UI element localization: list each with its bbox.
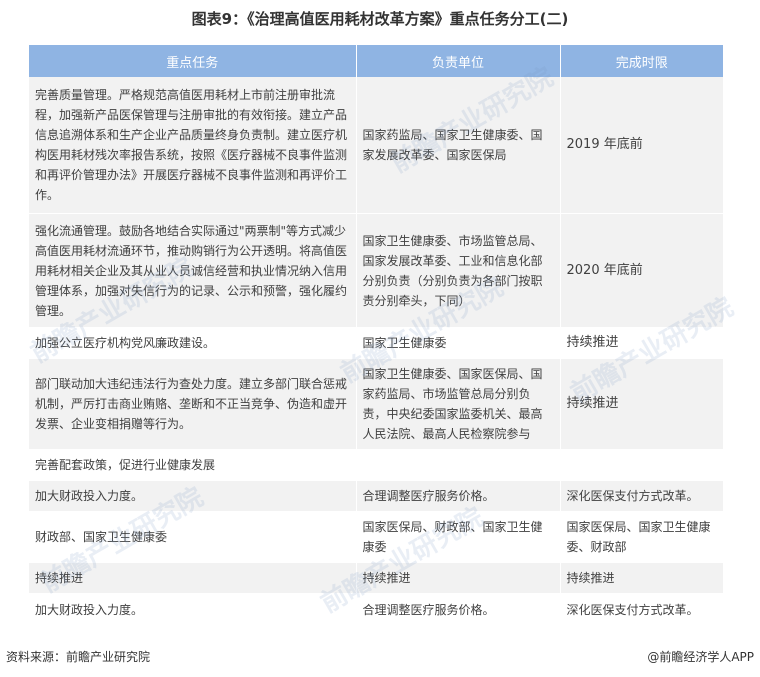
task-cell: 持续推进 [29,562,357,594]
task-cell: 财政部、国家卫生健康委 [29,511,357,563]
section-row: 完善配套政策，促进行业健康发展 [29,449,723,481]
table-header-row: 重点任务 负责单位 完成时限 [29,45,723,77]
chart-title: 图表9：《治理高值医用耗材改革方案》重点任务分工(二) [191,10,569,28]
dept-cell: 国家医保局、财政部、国家卫生健康委 [356,511,561,563]
task-cell: 完善质量管理。严格规范高值医用耗材上市前注册审批流程，加强新产品医保管理与注册审… [29,77,357,214]
dept-cell: 合理调整医疗服务价格。 [356,480,561,512]
header-deadline: 完成时限 [560,45,723,77]
task-cell: 加强公立医疗机构党风廉政建设。 [29,327,357,359]
dept-cell: 国家药监局、国家卫生健康委、国家发展改革委、国家医保局 [356,77,561,214]
table-row: 加大财政投入力度。 合理调整医疗服务价格。 深化医保支付方式改革。 [29,593,723,627]
dept-cell: 合理调整医疗服务价格。 [356,593,561,627]
section-cell: 完善配套政策，促进行业健康发展 [29,449,723,481]
deadline-cell: 2019 年底前 [560,77,723,214]
table-row: 持续推进 持续推进 持续推进 [29,562,723,594]
deadline-cell: 国家医保局、国家卫生健康委、财政部 [560,511,723,563]
deadline-cell: 持续推进 [560,562,723,594]
dept-cell: 国家卫生健康委 [356,327,561,359]
task-table-container: 重点任务 负责单位 完成时限 完善质量管理。严格规范高值医用耗材上市前注册审批流… [29,45,723,627]
deadline-cell: 深化医保支付方式改革。 [560,480,723,512]
source-note: 资料来源：前瞻产业研究院 [6,650,151,664]
table-row: 部门联动加大违纪违法行为查处力度。建立多部门联合惩戒机制，严厉打击商业贿赂、垄断… [29,358,723,450]
dept-cell: 国家卫生健康委、国家医保局、国家药监局、市场监管总局分别负责，中央纪委国家监委机… [356,358,561,450]
table-row: 加强公立医疗机构党风廉政建设。 国家卫生健康委 持续推进 [29,327,723,359]
task-cell: 部门联动加大违纪违法行为查处力度。建立多部门联合惩戒机制，严厉打击商业贿赂、垄断… [29,358,357,450]
dept-cell: 持续推进 [356,562,561,594]
header-task: 重点任务 [29,45,357,77]
task-cell: 加大财政投入力度。 [29,480,357,512]
table-row: 财政部、国家卫生健康委 国家医保局、财政部、国家卫生健康委 国家医保局、国家卫生… [29,511,723,563]
task-table: 重点任务 负责单位 完成时限 完善质量管理。严格规范高值医用耗材上市前注册审批流… [29,45,723,627]
deadline-cell: 深化医保支付方式改革。 [560,593,723,627]
header-dept: 负责单位 [356,45,561,77]
task-cell: 加大财政投入力度。 [29,593,357,627]
brand-note: @前瞻经济学人APP [647,650,754,664]
table-row: 强化流通管理。鼓励各地结合实际通过"两票制"等方式减少高值医用耗材流通环节，推动… [29,213,723,328]
deadline-cell: 持续推进 [560,358,723,450]
task-cell: 强化流通管理。鼓励各地结合实际通过"两票制"等方式减少高值医用耗材流通环节，推动… [29,213,357,328]
deadline-cell: 持续推进 [560,327,723,359]
dept-cell: 国家卫生健康委、市场监管总局、国家发展改革委、工业和信息化部分别负责（分别负责为… [356,213,561,328]
deadline-cell: 2020 年底前 [560,213,723,328]
table-row: 加大财政投入力度。 合理调整医疗服务价格。 深化医保支付方式改革。 [29,480,723,512]
table-row: 完善质量管理。严格规范高值医用耗材上市前注册审批流程，加强新产品医保管理与注册审… [29,77,723,214]
